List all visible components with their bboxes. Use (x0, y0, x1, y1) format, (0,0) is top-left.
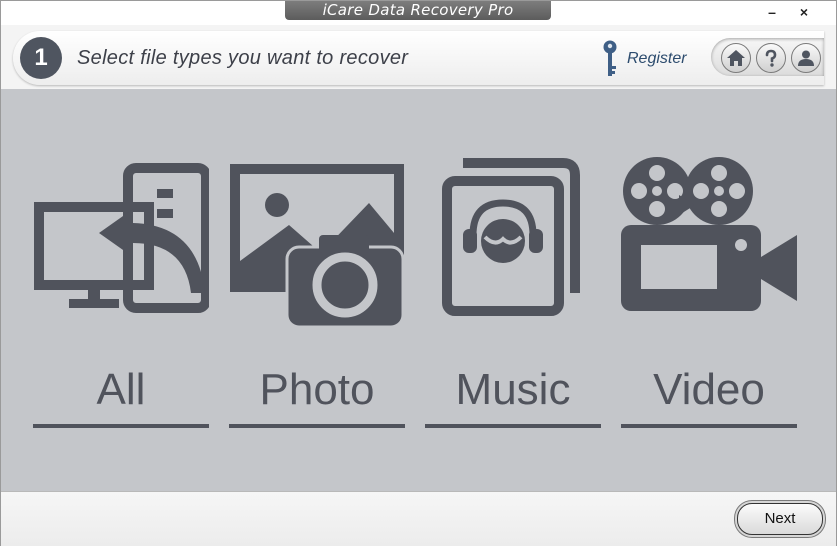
help-button[interactable] (756, 43, 786, 73)
close-button[interactable]: × (793, 3, 815, 21)
footer-bar: Next (1, 491, 836, 546)
home-icon (727, 50, 745, 66)
title-bar[interactable]: iCare Data Recovery Pro – × (1, 1, 836, 25)
window-title: iCare Data Recovery Pro (285, 1, 551, 20)
file-type-all[interactable]: All (33, 89, 209, 434)
app-window: iCare Data Recovery Pro – × 1 Select fil… (0, 0, 837, 546)
step-number-badge: 1 (20, 37, 62, 79)
photo-icon (230, 164, 405, 328)
account-button[interactable] (791, 43, 821, 73)
help-icon (765, 49, 777, 67)
register-link[interactable]: Register (627, 50, 687, 68)
file-type-panel: All Photo Music Video (1, 89, 836, 491)
minimize-button[interactable]: – (761, 3, 783, 21)
file-type-label: Music (455, 365, 571, 414)
file-type-video[interactable]: Video (621, 89, 797, 434)
file-type-photo[interactable]: Photo (229, 89, 405, 434)
next-button[interactable]: Next (737, 503, 823, 535)
video-icon (621, 157, 797, 311)
divider (621, 424, 797, 428)
divider (229, 424, 405, 428)
key-icon (603, 40, 617, 76)
user-icon (798, 50, 814, 66)
all-files-icon (34, 163, 209, 313)
file-type-music[interactable]: Music (425, 89, 601, 434)
divider (33, 424, 209, 428)
step-header: 1 Select file types you want to recover … (13, 31, 824, 85)
divider (425, 424, 601, 428)
page-title: Select file types you want to recover (77, 47, 409, 69)
file-type-label: All (96, 365, 146, 414)
music-icon (442, 158, 580, 316)
toolbar (711, 38, 824, 76)
file-type-label: Video (653, 365, 765, 414)
file-type-label: Photo (259, 365, 375, 414)
home-button[interactable] (721, 43, 751, 73)
